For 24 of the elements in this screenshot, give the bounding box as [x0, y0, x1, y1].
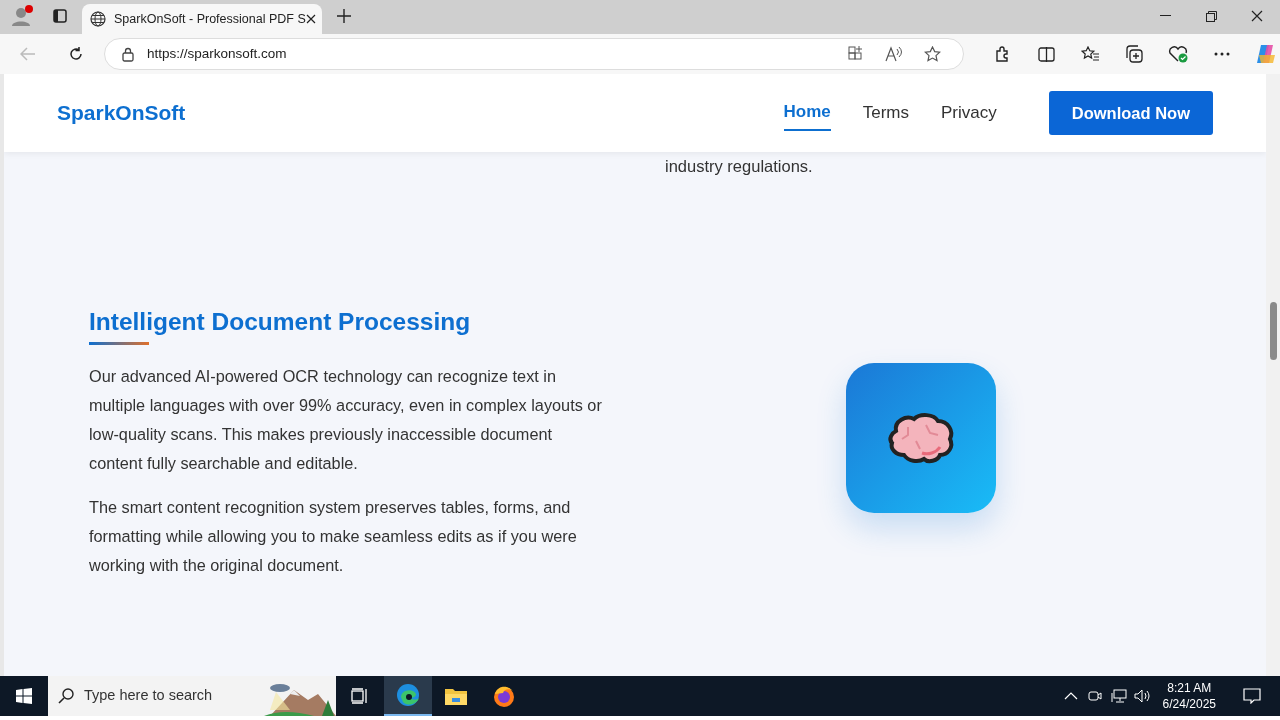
section-heading: Intelligent Document Processing	[89, 306, 472, 337]
lock-icon[interactable]	[121, 46, 135, 62]
clock-time[interactable]: 8:21 AM	[1162, 680, 1216, 696]
download-button[interactable]: Download Now	[1048, 90, 1213, 136]
brain-icon	[886, 410, 956, 465]
taskbar-search-field[interactable]: Type here to search	[48, 676, 336, 716]
nav-link[interactable]: Privacy	[941, 96, 997, 130]
heading-underline	[89, 342, 149, 346]
nav-link[interactable]: Home	[783, 95, 831, 131]
address-bar[interactable]: https://sparkonsoft.com	[104, 38, 964, 70]
nav-link[interactable]: Terms	[862, 96, 909, 130]
scrollbar[interactable]	[1266, 74, 1280, 676]
clock-date[interactable]: 6/24/2025	[1162, 696, 1216, 712]
tab-title: SparkOnSoft - Professional PDF S	[114, 10, 306, 28]
site-logo[interactable]: SparkOnSoft	[57, 97, 186, 129]
section-text: industry regulations.	[665, 156, 814, 177]
url-text: https://sparkonsoft.com	[147, 44, 287, 63]
globe-icon	[90, 11, 106, 27]
search-icon	[56, 686, 76, 706]
scrollbar-thumb[interactable]	[1269, 302, 1277, 360]
body-paragraph: The smart content recognition system preserves tables, forms, and formatting while allowing you to make seamless edits as if you were working with the original document.	[89, 497, 578, 577]
body-paragraph: Our advanced AI-powered OCR technology can recognize text in multiple languages with over 99% accuracy, even in complex layouts or low-quality scans. This makes previously inaccessible document content fully searchable and editable.	[89, 366, 603, 475]
browser-tab[interactable]: SparkOnSoft - Professional PDF S	[82, 4, 322, 34]
edge-app-icon[interactable]	[384, 676, 432, 716]
